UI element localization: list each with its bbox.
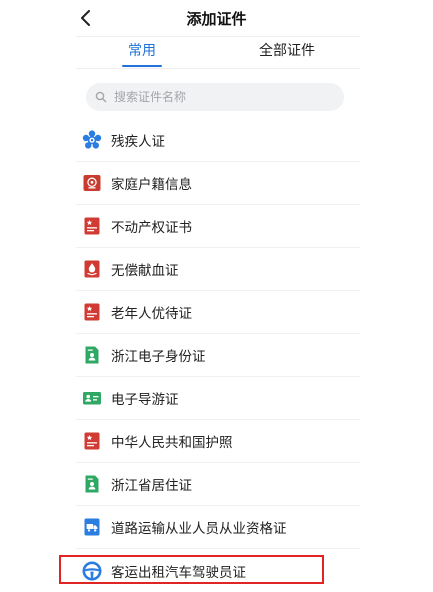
person-doc-icon — [82, 474, 102, 494]
search-input[interactable] — [112, 89, 336, 105]
search-icon — [95, 91, 107, 103]
certificate-label: 浙江电子身份证 — [111, 349, 206, 365]
blood-drop-icon — [82, 259, 102, 279]
chevron-left-icon — [81, 10, 90, 26]
person-doc-icon — [82, 345, 102, 365]
certificate-label: 老年人优待证 — [111, 306, 192, 322]
emblem-icon — [82, 173, 102, 193]
certificate-item[interactable]: 不动产权证书 — [76, 205, 360, 248]
certificate-label: 不动产权证书 — [111, 220, 192, 236]
back-button[interactable] — [76, 8, 96, 28]
certificate-label: 无偿献血证 — [111, 263, 179, 279]
page-title: 添加证件 — [186, 9, 247, 28]
certificate-label: 残疾人证 — [111, 134, 165, 150]
certificate-item[interactable]: 无偿献血证 — [76, 248, 360, 291]
certificate-item[interactable]: 残疾人证 — [76, 119, 360, 162]
truck-icon — [82, 517, 102, 537]
search-bar[interactable] — [86, 83, 344, 111]
certificate-item[interactable]: 电子导游证 — [76, 377, 360, 420]
certificate-item[interactable]: 老年人优待证 — [76, 291, 360, 334]
header: 添加证件 — [0, 0, 433, 36]
certificate-label: 家庭户籍信息 — [111, 177, 192, 193]
steering-wheel-icon — [82, 561, 102, 581]
divider — [76, 68, 360, 69]
document-star-icon — [82, 302, 102, 322]
certificate-label: 道路运输从业人员从业资格证 — [111, 521, 287, 537]
disability-flower-icon — [82, 130, 102, 150]
certificate-item[interactable]: 客运出租汽车驾驶员证 — [76, 549, 360, 592]
certificate-label: 中华人民共和国护照 — [111, 435, 233, 451]
tab-all-certificates[interactable]: 全部证件 — [242, 36, 332, 68]
document-star-icon — [82, 431, 102, 451]
certificate-label: 客运出租汽车驾驶员证 — [111, 564, 246, 581]
certificate-item[interactable]: 浙江省居住证 — [76, 463, 360, 506]
id-card-icon — [82, 388, 102, 408]
certificate-list: 残疾人证 家庭户籍信息 不动产权证书 无偿献血证 老年人优待证 浙江电子身份证 … — [76, 119, 360, 592]
tab-common[interactable]: 常用 — [110, 36, 174, 68]
certificate-label: 电子导游证 — [111, 392, 179, 408]
certificate-item[interactable]: 家庭户籍信息 — [76, 162, 360, 205]
active-tab-indicator — [122, 65, 162, 67]
certificate-item[interactable]: 道路运输从业人员从业资格证 — [76, 506, 360, 549]
tab-bar: 常用 全部证件 — [76, 36, 360, 68]
document-star-icon — [82, 216, 102, 236]
certificate-item[interactable]: 浙江电子身份证 — [76, 334, 360, 377]
certificate-item[interactable]: 中华人民共和国护照 — [76, 420, 360, 463]
certificate-label: 浙江省居住证 — [111, 478, 192, 494]
